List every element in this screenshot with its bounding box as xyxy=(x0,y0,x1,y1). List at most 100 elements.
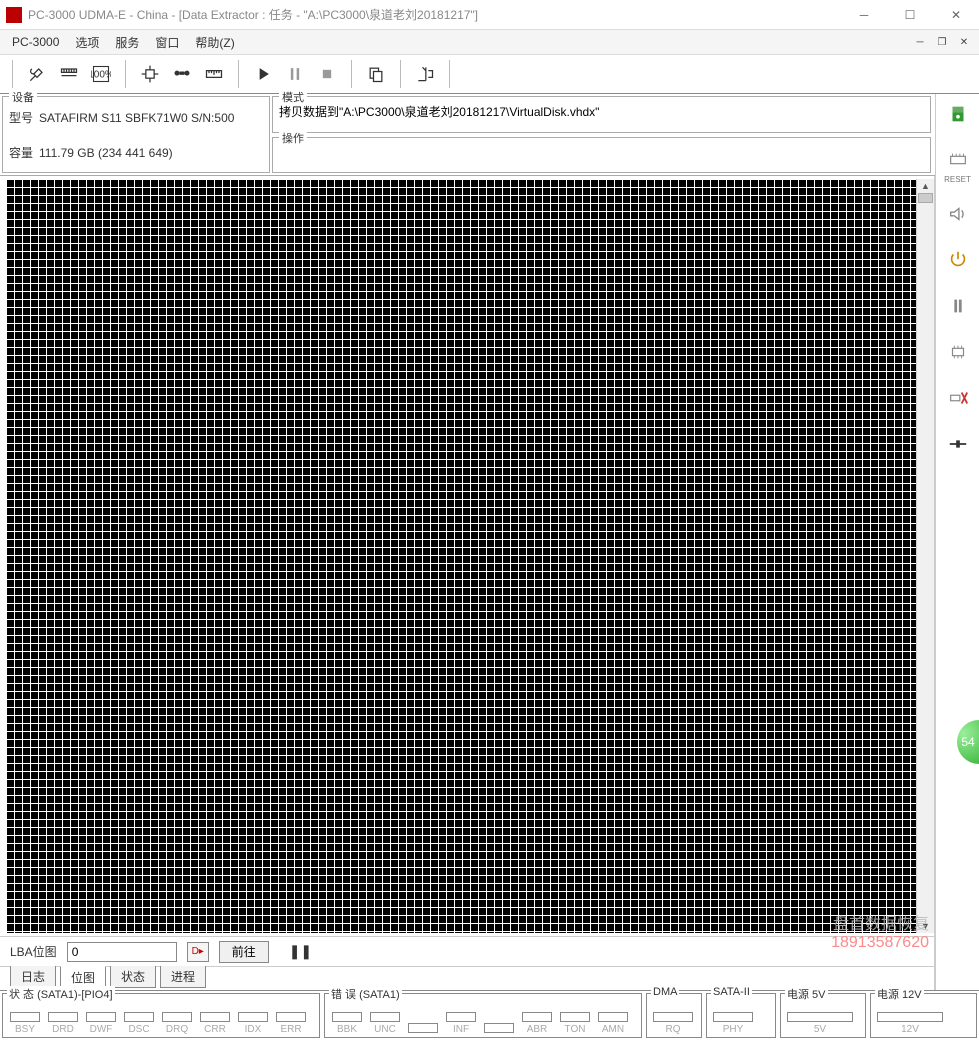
copy-icon[interactable] xyxy=(360,58,392,90)
model-value: SATAFIRM S11 SBFK71W0 S/N:500 xyxy=(39,111,234,125)
bitmap-scrollbar[interactable]: ▲ ▼ xyxy=(916,179,934,933)
led-drq: DRQ xyxy=(159,1012,195,1035)
tab-status[interactable]: 状态 xyxy=(110,966,156,988)
power-icon[interactable] xyxy=(942,244,974,276)
title-bar: PC-3000 UDMA-E - China - [Data Extractor… xyxy=(0,0,979,30)
goto-button[interactable]: 前往 xyxy=(219,941,269,963)
mode-value: 拷贝数据到"A:\PC3000\泉道老刘20181217\VirtualDisk… xyxy=(279,105,599,119)
led-ton: TON xyxy=(557,1012,593,1035)
status-legend-sata: 状 态 (SATA1)-[PIO4] xyxy=(7,986,115,1002)
led-err: ERR xyxy=(273,1012,309,1035)
pause-indicator-icon: ❚❚ xyxy=(289,943,312,960)
mode-legend: 模式 xyxy=(279,89,307,105)
led-12v: 12V xyxy=(875,1012,945,1035)
reset-label: RESET xyxy=(942,176,974,184)
status-group-5v: 电源 5V 5V xyxy=(780,993,866,1038)
scroll-up-icon[interactable]: ▲ xyxy=(917,179,934,193)
bitmap-footer: LBA位图 D▸ 前往 ❚❚ xyxy=(0,936,934,966)
tab-process[interactable]: 进程 xyxy=(160,966,206,988)
play-button[interactable] xyxy=(247,58,279,90)
window-title: PC-3000 UDMA-E - China - [Data Extractor… xyxy=(28,6,841,23)
status-group-sata2: SATA-II PHY xyxy=(706,993,776,1038)
scroll-thumb[interactable] xyxy=(918,193,933,203)
led-dsc: DSC xyxy=(121,1012,157,1035)
mdi-minimize-button[interactable]: ─ xyxy=(909,32,931,52)
status-group-sata: 状 态 (SATA1)-[PIO4] BSY DRD DWF DSC DRQ C… xyxy=(2,993,320,1038)
pause-button[interactable] xyxy=(279,58,311,90)
menu-help[interactable]: 帮助(Z) xyxy=(187,31,242,54)
reset-icon[interactable] xyxy=(942,144,974,176)
info-row: 设备 型号 SATAFIRM S11 SBFK71W0 S/N:500 容量 1… xyxy=(0,94,979,176)
tab-log[interactable]: 日志 xyxy=(10,966,56,988)
sound-icon[interactable] xyxy=(942,198,974,230)
led-inf: INF xyxy=(443,1012,479,1035)
bitmap-grid[interactable] xyxy=(6,179,916,933)
side-badge-value: 54 xyxy=(961,735,974,749)
device-panel: 设备 型号 SATAFIRM S11 SBFK71W0 S/N:500 容量 1… xyxy=(2,96,270,173)
led-amn: AMN xyxy=(595,1012,631,1035)
ruler-icon[interactable] xyxy=(198,58,230,90)
connector-icon[interactable] xyxy=(942,428,974,460)
chip-icon[interactable] xyxy=(134,58,166,90)
led-unc: UNC xyxy=(367,1012,403,1035)
status-legend-5v: 电源 5V xyxy=(785,986,828,1002)
status-legend-error: 错 误 (SATA1) xyxy=(329,986,402,1002)
unplug-icon[interactable] xyxy=(942,382,974,414)
toolbar: 100% xyxy=(0,54,979,94)
status-legend-dma: DMA xyxy=(651,986,679,998)
status-group-12v: 电源 12V 12V xyxy=(870,993,977,1038)
close-button[interactable]: ✕ xyxy=(933,0,979,30)
status-group-dma: DMA RQ xyxy=(646,993,702,1038)
lba-marker-button[interactable]: D▸ xyxy=(187,942,209,962)
led-idx: IDX xyxy=(235,1012,271,1035)
mode-panel-wrap: 模式 拷贝数据到"A:\PC3000\泉道老刘20181217\VirtualD… xyxy=(272,94,933,175)
led-5v: 5V xyxy=(785,1012,855,1035)
led-bsy: BSY xyxy=(7,1012,43,1035)
device-legend: 设备 xyxy=(9,89,37,105)
capacity-label: 容量 xyxy=(9,144,33,161)
exit-icon[interactable] xyxy=(409,58,441,90)
menu-bar: PC-3000 选项 服务 窗口 帮助(Z) ─ ❐ ✕ xyxy=(0,30,979,54)
led-blank2 xyxy=(481,1023,517,1035)
status-legend-12v: 电源 12V xyxy=(875,986,924,1002)
tools-icon[interactable] xyxy=(21,58,53,90)
mode-panel: 模式 拷贝数据到"A:\PC3000\泉道老刘20181217\VirtualD… xyxy=(272,96,931,133)
led-blank1 xyxy=(405,1023,441,1035)
status-group-error: 错 误 (SATA1) BBK UNC INF ABR TON AMN xyxy=(324,993,642,1038)
mdi-restore-button[interactable]: ❐ xyxy=(931,32,953,52)
lba-label: LBA位图 xyxy=(10,943,57,960)
binoculars-icon[interactable] xyxy=(166,58,198,90)
led-abr: ABR xyxy=(519,1012,555,1035)
svg-text:100%: 100% xyxy=(91,69,111,80)
pause-side-icon[interactable] xyxy=(942,290,974,322)
capacity-value: 111.79 GB (234 441 649) xyxy=(39,146,173,160)
main-area: ▲ ▼ LBA位图 D▸ 前往 ❚❚ 日志 位图 状态 进程 xyxy=(0,176,935,990)
operation-legend: 操作 xyxy=(279,130,307,146)
led-dwf: DWF xyxy=(83,1012,119,1035)
drive-icon[interactable] xyxy=(942,98,974,130)
stop-button[interactable] xyxy=(311,58,343,90)
chip2-icon[interactable] xyxy=(942,336,974,368)
right-toolbar: RESET xyxy=(935,94,979,990)
minimize-button[interactable]: ─ xyxy=(841,0,887,30)
led-drd: DRD xyxy=(45,1012,81,1035)
led-bbk: BBK xyxy=(329,1012,365,1035)
status-legend-sata2: SATA-II xyxy=(711,986,752,998)
menu-options[interactable]: 选项 xyxy=(67,31,107,54)
led-rq: RQ xyxy=(651,1012,695,1035)
menu-window[interactable]: 窗口 xyxy=(147,31,187,54)
operation-panel: 操作 xyxy=(272,137,931,174)
app-icon xyxy=(6,7,22,23)
bitmap-container: ▲ ▼ xyxy=(0,176,934,936)
scroll-down-icon[interactable]: ▼ xyxy=(917,919,934,933)
mdi-close-button[interactable]: ✕ xyxy=(953,32,975,52)
led-phy: PHY xyxy=(711,1012,755,1035)
menu-app-name[interactable]: PC-3000 xyxy=(4,32,67,52)
maximize-button[interactable]: ☐ xyxy=(887,0,933,30)
status-bar: 状 态 (SATA1)-[PIO4] BSY DRD DWF DSC DRQ C… xyxy=(0,990,979,1040)
menu-service[interactable]: 服务 xyxy=(107,31,147,54)
measure-icon[interactable] xyxy=(53,58,85,90)
percent-icon[interactable]: 100% xyxy=(85,58,117,90)
led-crr: CRR xyxy=(197,1012,233,1035)
lba-input[interactable] xyxy=(67,942,177,962)
